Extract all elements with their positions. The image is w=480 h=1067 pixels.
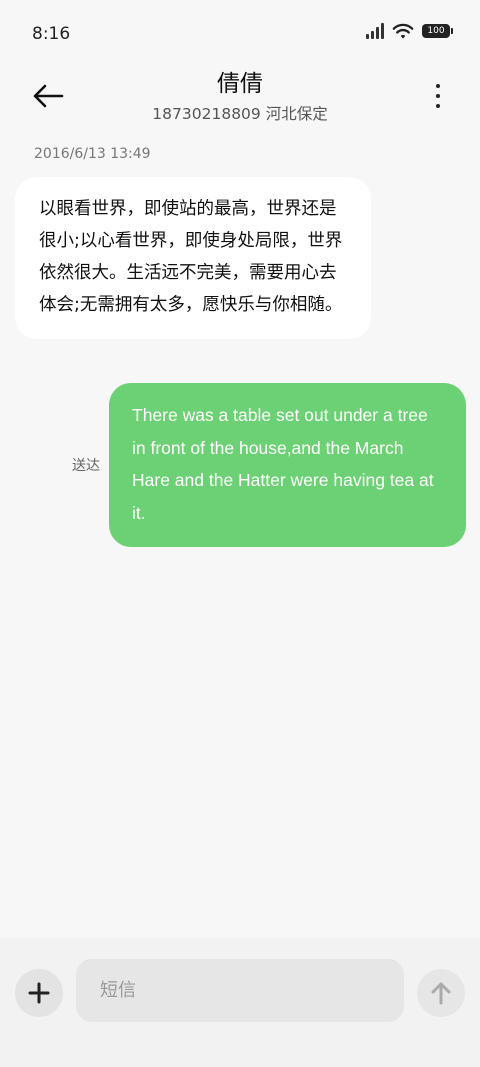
contact-info: 18730218809 河北保定 <box>152 105 328 123</box>
status-icons: 100 <box>366 22 453 40</box>
wifi-icon <box>392 23 414 39</box>
plus-icon <box>28 982 50 1004</box>
message-timestamp: 2016/6/13 13:49 <box>34 146 151 162</box>
signal-icon <box>366 23 384 39</box>
arrow-up-icon <box>431 982 451 1005</box>
status-time: 8:16 <box>32 24 71 44</box>
contact-name: 倩倩 <box>217 71 263 97</box>
incoming-message-bubble[interactable]: 以眼看世界，即使站的最高，世界还是很小;以心看世界，即使身处局限，世界依然很大。… <box>15 177 371 339</box>
conversation-header: 倩倩 18730218809 河北保定 <box>0 60 480 130</box>
message-input[interactable] <box>76 959 404 1022</box>
delivery-status: 送达 <box>72 458 100 474</box>
add-attachment-button[interactable] <box>15 969 63 1017</box>
outgoing-message-bubble[interactable]: There was a table set out under a tree i… <box>109 383 466 547</box>
send-button[interactable] <box>417 969 465 1017</box>
more-vertical-icon <box>436 84 440 88</box>
more-options-button[interactable] <box>428 76 448 116</box>
battery-icon: 100 <box>422 24 453 38</box>
